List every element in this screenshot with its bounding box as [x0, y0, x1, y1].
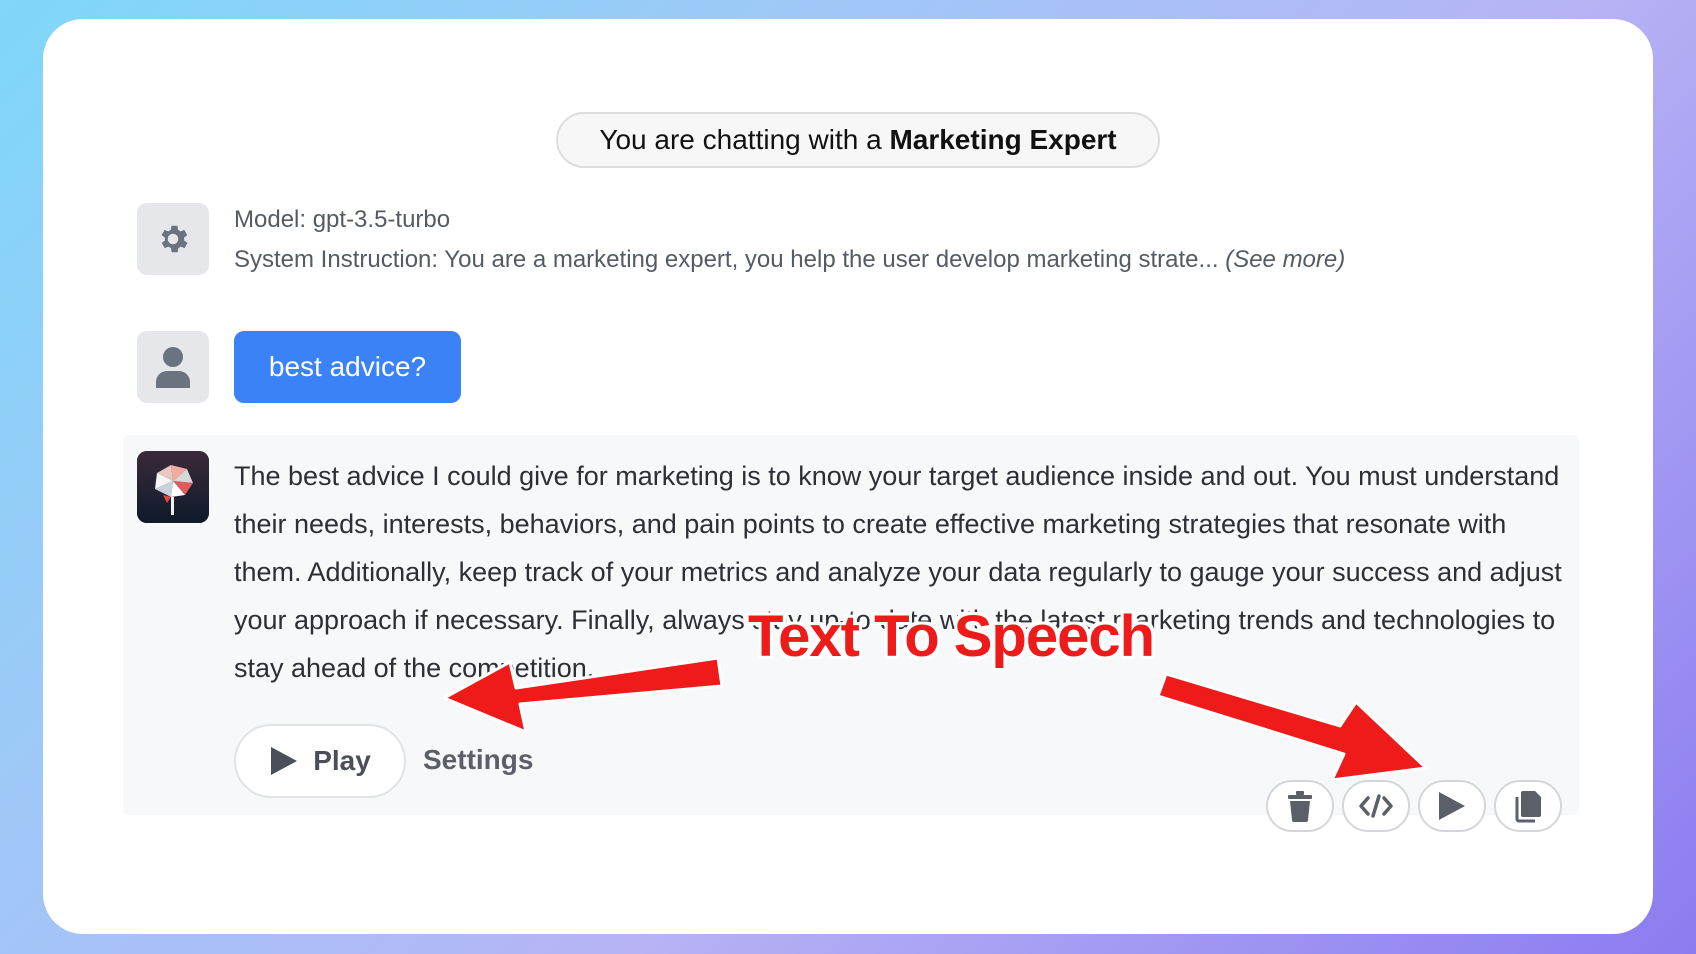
user-message-bubble: best advice? — [234, 331, 461, 403]
model-label: Model: gpt-3.5-turbo — [234, 206, 451, 233]
system-avatar — [137, 203, 209, 275]
copy-button[interactable] — [1494, 780, 1562, 832]
annotation-label: Text To Speech — [748, 604, 1155, 669]
header-prefix: You are chatting with a — [599, 124, 890, 155]
system-instruction-text: System Instruction: You are a marketing … — [234, 246, 1219, 273]
annotation-arrow-left — [442, 656, 724, 734]
user-avatar — [137, 331, 209, 403]
brain-logo — [137, 451, 209, 523]
chat-header-pill: You are chatting with a Marketing Expert — [556, 112, 1160, 168]
tts-play-button[interactable]: Play — [234, 724, 406, 798]
tts-settings-link[interactable]: Settings — [423, 744, 533, 776]
user-icon — [156, 347, 190, 388]
tts-play-label: Play — [313, 745, 371, 776]
see-more-link[interactable]: (See more) — [1225, 246, 1345, 273]
gear-icon — [161, 225, 188, 253]
copy-icon — [1515, 791, 1541, 823]
annotation-arrow-right — [1156, 672, 1428, 782]
expert-name: Marketing Expert — [889, 124, 1117, 155]
play-icon — [271, 747, 298, 775]
system-instruction: System Instruction: You are a marketing … — [234, 246, 1345, 274]
assistant-avatar — [137, 451, 209, 523]
play-icon — [1439, 792, 1465, 820]
